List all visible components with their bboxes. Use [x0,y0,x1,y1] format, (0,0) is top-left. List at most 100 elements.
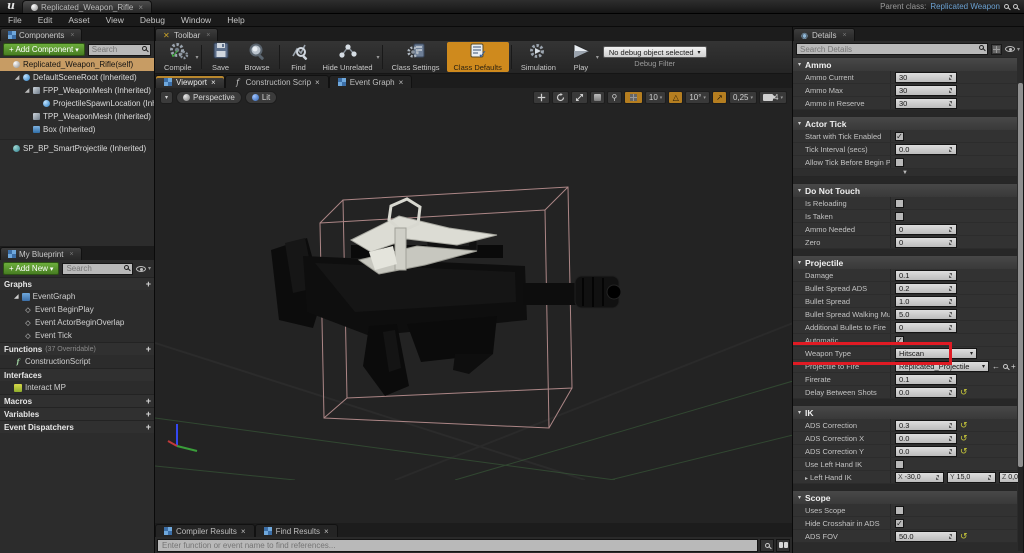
add-icon[interactable]: + [1011,362,1016,371]
drag-handle-icon[interactable] [947,87,955,95]
revert-icon[interactable]: ↺ [960,447,968,456]
browse-icon[interactable] [1003,364,1008,369]
expander-arrow-icon[interactable]: ▸ [805,476,808,482]
drag-handle-icon[interactable] [947,448,955,456]
component-tpp-weaponmesh-inherited[interactable]: TPP_WeaponMesh (Inherited) [0,110,154,123]
find-in-blueprints-button[interactable] [776,539,790,552]
number-field[interactable]: 5.0 [895,309,957,320]
scale-tool-button[interactable] [571,91,588,104]
bp-item-event-actorbeginoverlap[interactable]: ◇Event ActorBeginOverlap [0,316,154,329]
component-replicated-weapon-rifle-self[interactable]: Replicated_Weapon_Rifle(self) [0,58,154,71]
rotate-tool-button[interactable] [552,91,569,104]
drag-handle-icon[interactable] [947,272,955,280]
close-icon[interactable]: × [241,527,246,536]
number-field[interactable]: 0 [895,237,957,248]
component-sp-bp-smartprojectile-inherited[interactable]: SP_BP_SmartProjectile (Inherited) [0,142,154,155]
close-icon[interactable]: × [138,3,143,12]
drag-handle-icon[interactable] [947,324,955,332]
vector-field-x[interactable]: X-30,0 [895,472,944,483]
number-field[interactable]: 30 [895,72,957,83]
section-variables[interactable]: Variables+ [0,407,154,420]
bp-item-interact-mp[interactable]: Interact MP [0,381,154,394]
checkbox[interactable] [895,158,904,167]
menu-debug[interactable]: Debug [132,15,173,25]
add-icon[interactable]: + [146,279,151,289]
menu-window[interactable]: Window [173,15,219,25]
rotation-snap-value-button[interactable]: 10°▾ [685,91,710,104]
number-field[interactable]: 0.1 [895,270,957,281]
translate-tool-button[interactable] [533,91,550,104]
tab-components[interactable]: Components × [0,28,82,41]
component-projectilespawnlocation-inherited[interactable]: ProjectileSpawnLocation (Inherited) [0,97,154,110]
checkbox[interactable]: ✓ [895,519,904,528]
toolbar-class-defaults-button[interactable]: ✓Class Defaults [447,42,509,72]
asset-tab[interactable]: Replicated_Weapon_Rifle × [22,0,152,13]
drag-handle-icon[interactable] [947,376,955,384]
add-new-button[interactable]: + Add New▾ [3,262,59,275]
section-macros[interactable]: Macros+ [0,394,154,407]
menu-view[interactable]: View [98,15,132,25]
add-icon[interactable]: + [146,409,151,419]
section-header-projectile[interactable]: ▾Projectile [793,255,1017,269]
perspective-button[interactable]: Perspective [176,91,242,104]
section-event-dispatchers[interactable]: Event Dispatchers+ [0,420,154,433]
menu-edit[interactable]: Edit [30,15,61,25]
number-field[interactable]: 1.0 [895,296,957,307]
tab-toolbar[interactable]: ✕ Toolbar × [155,28,218,41]
scale-snap-toggle[interactable]: ↗ [712,91,727,104]
section-header-actor-tick[interactable]: ▾Actor Tick [793,116,1017,130]
section-header-ik[interactable]: ▾IK [793,405,1017,419]
checkbox[interactable] [895,212,904,221]
checkbox[interactable] [895,460,904,469]
debug-object-dropdown[interactable]: No debug object selected▾ [603,46,707,58]
asset-dropdown[interactable]: Replicated_Projectile▾ [895,361,989,372]
close-icon[interactable]: × [842,32,846,39]
section-interfaces[interactable]: Interfaces [0,368,154,381]
drag-handle-icon[interactable] [947,298,955,306]
component-fpp-weaponmesh-inherited[interactable]: ◢FPP_WeaponMesh (Inherited) [0,84,154,97]
toolbar-browse-button[interactable]: Browse [238,42,277,72]
scale-snap-value-button[interactable]: 0,25▾ [729,91,757,104]
details-scrollbar[interactable] [1018,83,1023,551]
drag-handle-icon[interactable] [947,311,955,319]
bp-item-constructionscript[interactable]: fConstructionScript [0,355,154,368]
number-field[interactable]: 0.2 [895,283,957,294]
checkbox[interactable]: ✓ [895,132,904,141]
menu-file[interactable]: File [0,15,30,25]
close-icon[interactable]: × [70,32,74,39]
tab-construction-scrip[interactable]: fConstruction Scrip× [225,75,329,88]
viewport-options-button[interactable]: ▾ [160,91,173,104]
search-icon[interactable] [1004,4,1009,9]
close-icon[interactable]: × [399,78,404,87]
drag-handle-icon[interactable] [947,226,955,234]
section-header-scope[interactable]: ▾Scope [793,490,1017,504]
weapon-type-dropdown[interactable]: Hitscan▾ [895,348,977,359]
drag-handle-icon[interactable] [947,285,955,293]
viewport-3d[interactable]: ▾ Perspective Lit [155,88,792,523]
close-icon[interactable]: × [206,32,210,39]
drag-handle-icon[interactable] [947,533,955,541]
checkbox[interactable] [895,506,904,515]
drag-handle-icon[interactable] [947,435,955,443]
menu-help[interactable]: Help [219,15,252,25]
number-field[interactable]: 50.0 [895,531,957,542]
expander-arrow-icon[interactable]: ◢ [14,74,20,81]
my-blueprint-search-input[interactable] [62,263,133,275]
property-visibility-button[interactable]: ▾ [1005,46,1020,53]
number-field[interactable]: 0.1 [895,374,957,385]
component-defaultsceneroot-inherited[interactable]: ◢DefaultSceneRoot (Inherited) [0,71,154,84]
close-icon[interactable]: × [211,78,216,87]
number-field[interactable]: 30 [895,85,957,96]
camera-speed-button[interactable]: 4▾ [759,91,787,104]
number-field[interactable]: 0.0 [895,144,957,155]
number-field[interactable]: 0.0 [895,446,957,457]
section-functions[interactable]: Functions (37 Overridable)+ [0,342,154,355]
find-references-input[interactable] [157,539,758,552]
revert-icon[interactable]: ↺ [960,532,968,541]
drag-handle-icon[interactable] [947,239,955,247]
tab-viewport[interactable]: Viewport× [155,75,225,88]
add-icon[interactable]: + [146,396,151,406]
number-field[interactable]: 0.0 [895,387,957,398]
tab-event-graph[interactable]: Event Graph× [329,75,413,88]
chevron-down-icon[interactable]: ▾ [596,54,599,61]
